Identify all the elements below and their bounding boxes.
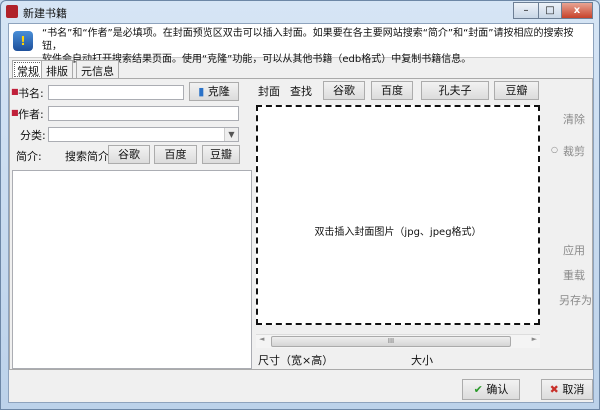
category-label: 分类: xyxy=(20,129,46,142)
summary-label: 简介: xyxy=(16,150,42,163)
tab-metadata[interactable]: 元信息 xyxy=(76,60,119,79)
clone-icon: ▮ xyxy=(198,85,205,98)
minimize-button[interactable]: – xyxy=(513,2,539,19)
horizontal-scrollbar[interactable]: ◄ III ► xyxy=(256,334,540,348)
apply-button[interactable]: 应用 xyxy=(563,242,585,258)
title-input[interactable] xyxy=(48,85,184,100)
window-title: 新建书籍 xyxy=(23,7,67,20)
summary-douban-button[interactable]: 豆瓣 xyxy=(202,145,240,164)
general-panel: ■ 书名: ▮ 克隆 ■ 作者: 分类: ▼ 简介: 搜索简介 谷歌 百度 豆瓣… xyxy=(9,78,593,370)
cover-preview[interactable]: 双击插入封面图片（jpg、jpeg格式） xyxy=(256,105,540,325)
crop-label: 裁剪 xyxy=(563,145,585,158)
tab-layout[interactable]: 排版 xyxy=(41,60,73,79)
dialog-client: ! “书名”和“作者”是必填项。在封面预览区双击可以插入封面。如果要在各主要网站… xyxy=(8,23,594,403)
author-input[interactable] xyxy=(48,106,239,121)
close-button[interactable]: x xyxy=(561,2,593,19)
cancel-label: 取消 xyxy=(562,383,585,396)
reload-button[interactable]: 重载 xyxy=(563,267,585,283)
find-label: 查找 xyxy=(290,85,312,98)
ok-label: 确认 xyxy=(486,383,509,396)
info-book-icon: ! xyxy=(13,31,33,51)
cancel-x-icon: ✖ xyxy=(549,383,559,396)
summary-google-button[interactable]: 谷歌 xyxy=(108,145,150,164)
category-select[interactable]: ▼ xyxy=(48,127,239,142)
cover-douban-button[interactable]: 豆瓣 xyxy=(494,81,539,100)
dialog-window: 新建书籍 – □ x ! “书名”和“作者”是必填项。在封面预览区双击可以插入封… xyxy=(0,0,600,410)
search-summary-label: 搜索简介 xyxy=(65,150,109,163)
clear-button[interactable]: 清除 xyxy=(563,111,585,127)
size-label: 尺寸（宽×高） xyxy=(258,354,334,367)
ok-button[interactable]: ✔ 确认 xyxy=(462,379,520,400)
cancel-button[interactable]: ✖ 取消 xyxy=(541,379,593,400)
cover-label: 封面 xyxy=(258,85,280,98)
scroll-right-icon[interactable]: ► xyxy=(532,335,537,343)
filesize-label: 大小 xyxy=(411,354,433,367)
cover-kongfuzi-button[interactable]: 孔夫子 xyxy=(421,81,489,100)
info-line-2: 软件会自动打开搜索结果页面。使用“克隆”功能，可以从其他书籍（edb格式）中复制… xyxy=(42,54,472,65)
scroll-left-icon[interactable]: ◄ xyxy=(259,335,264,343)
app-icon xyxy=(6,5,18,18)
info-line-1: “书名”和“作者”是必填项。在封面预览区双击可以插入封面。如果要在各主要网站搜索… xyxy=(42,28,574,52)
author-label: 作者: xyxy=(18,108,44,121)
info-banner: ! “书名”和“作者”是必填项。在封面预览区双击可以插入封面。如果要在各主要网站… xyxy=(9,24,593,65)
tab-general[interactable]: 常规 xyxy=(12,60,44,79)
clone-button[interactable]: ▮ 克隆 xyxy=(189,82,239,101)
chevron-down-icon[interactable]: ▼ xyxy=(224,128,238,141)
cover-placeholder: 双击插入封面图片（jpg、jpeg格式） xyxy=(314,227,482,238)
summary-baidu-button[interactable]: 百度 xyxy=(154,145,197,164)
scroll-thumb[interactable]: III xyxy=(271,336,511,347)
title-label: 书名: xyxy=(18,87,44,100)
save-as-button[interactable]: 另存为 xyxy=(559,292,592,308)
crop-radio[interactable]: ○ xyxy=(551,145,558,154)
cover-baidu-button[interactable]: 百度 xyxy=(371,81,413,100)
cover-google-button[interactable]: 谷歌 xyxy=(323,81,365,100)
maximize-button[interactable]: □ xyxy=(538,2,562,19)
check-icon: ✔ xyxy=(473,383,483,396)
summary-textarea[interactable] xyxy=(12,170,252,369)
clone-label: 克隆 xyxy=(207,85,230,98)
